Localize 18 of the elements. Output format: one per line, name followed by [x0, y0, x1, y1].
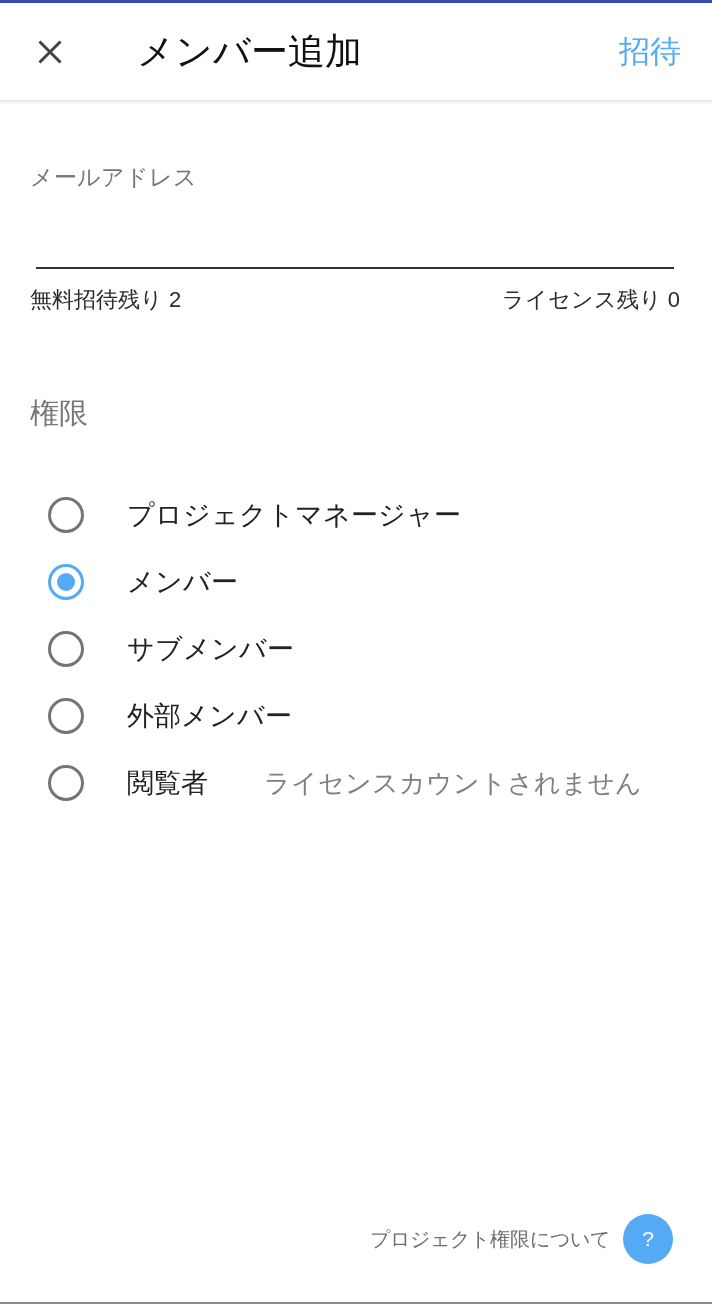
role-option-label[interactable]: メンバー [127, 563, 238, 600]
license-note: ライセンスカウントされません [264, 767, 642, 799]
role-option-label[interactable]: プロジェクトマネージャー [127, 496, 461, 533]
free-invites-count: 無料招待残り 2 [30, 286, 182, 314]
help-link-text[interactable]: プロジェクト権限について [370, 1225, 610, 1253]
section-heading: 権限 [30, 396, 88, 431]
dialog-title: メンバー追加 [137, 29, 362, 74]
radio-icon[interactable] [48, 630, 84, 667]
email-field[interactable]: メールアドレス [30, 162, 680, 269]
close-icon[interactable] [38, 39, 62, 64]
radio-selected-icon[interactable] [48, 563, 84, 600]
radio-icon[interactable] [48, 697, 84, 734]
radio-icon[interactable] [48, 496, 84, 533]
role-option-label[interactable]: サブメンバー [127, 630, 294, 667]
role-option-label[interactable]: 外部メンバー [127, 697, 292, 734]
licenses-count: ライセンス残り 0 [501, 286, 680, 314]
radio-icon[interactable] [48, 764, 84, 801]
role-option-label[interactable]: 閲覧者 [127, 764, 264, 801]
